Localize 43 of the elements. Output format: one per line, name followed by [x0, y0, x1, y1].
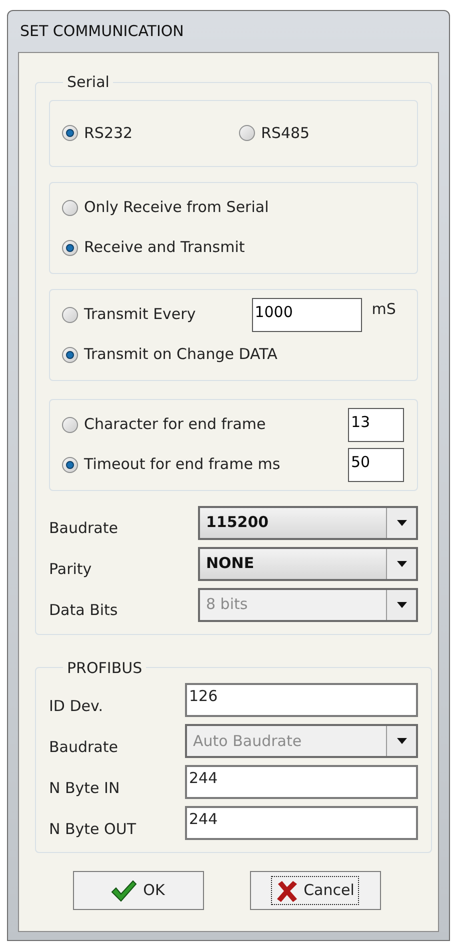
- field-label: Baudrate: [49, 736, 119, 758]
- cancel-button[interactable]: Cancel: [250, 871, 380, 910]
- unit-label: mS: [372, 298, 396, 320]
- window-title: SET COMMUNICATION: [19, 21, 185, 42]
- field-label: N Byte OUT: [49, 818, 138, 840]
- input-field[interactable]: 244: [185, 806, 418, 840]
- option-label: Timeout for end frame ms: [84, 454, 280, 476]
- radio-button[interactable]: [62, 456, 78, 472]
- option-label: RS485: [261, 122, 310, 144]
- option-label: RS232: [84, 122, 133, 144]
- input-field[interactable]: 1000: [252, 298, 362, 332]
- field-label: Baudrate: [49, 518, 119, 539]
- ok-button[interactable]: OK: [72, 871, 204, 910]
- dropdown[interactable]: 115200: [198, 506, 418, 540]
- dropdown-value: Auto Baudrate: [192, 730, 303, 752]
- group-title: PROFIBUS: [66, 658, 144, 678]
- field-label: Data Bits: [49, 600, 119, 621]
- option-label: Receive and Transmit: [84, 237, 245, 258]
- dropdown-value: NONE: [205, 553, 256, 574]
- dropdown-value: 115200: [205, 512, 270, 534]
- radio-button[interactable]: [62, 240, 78, 256]
- radio-button[interactable]: [62, 125, 78, 141]
- field-label: N Byte IN: [49, 778, 121, 798]
- dropdown[interactable]: NONE: [198, 546, 418, 580]
- cross-icon: [276, 880, 298, 902]
- field-label: Parity: [49, 559, 93, 580]
- field-label: ID Dev.: [49, 696, 104, 716]
- option-label: Only Receive from Serial: [84, 197, 269, 218]
- option-label: Transmit Every: [84, 304, 196, 326]
- input-field[interactable]: 13: [348, 408, 404, 442]
- radio-button[interactable]: [62, 346, 78, 362]
- radio-button[interactable]: [239, 125, 255, 141]
- radio-button[interactable]: [62, 200, 78, 216]
- input-field[interactable]: 50: [348, 448, 404, 482]
- option-label: Character for end frame: [84, 414, 266, 436]
- input-field[interactable]: 126: [185, 683, 418, 717]
- radio-button[interactable]: [62, 416, 78, 432]
- input-field[interactable]: 244: [185, 765, 418, 799]
- dropdown-value: 8 bits: [205, 594, 249, 616]
- group-title: Serial: [66, 72, 110, 93]
- check-icon: [111, 880, 138, 902]
- option-label: Transmit on Change DATA: [84, 344, 278, 366]
- radio-button[interactable]: [62, 306, 78, 322]
